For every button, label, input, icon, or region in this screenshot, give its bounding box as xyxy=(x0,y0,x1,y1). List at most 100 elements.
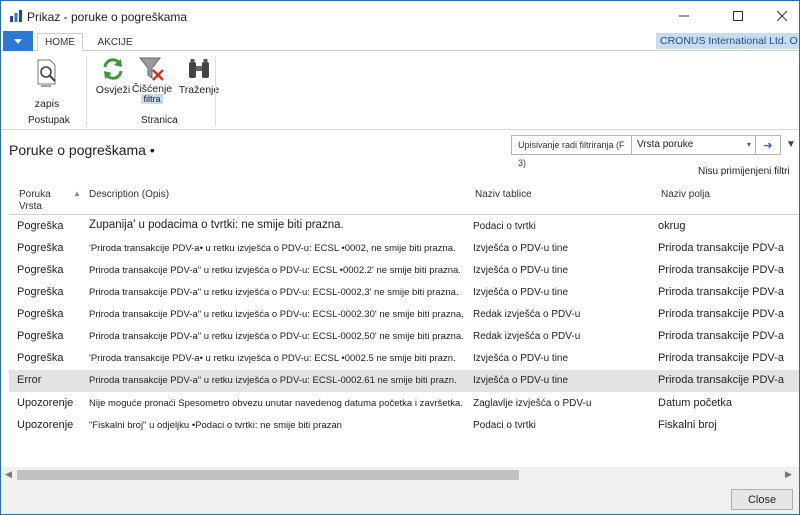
cell-type: Error xyxy=(17,374,42,386)
cell-description: Priroda transakcije PDV-a" u retku izvje… xyxy=(89,287,459,298)
ribbon-separator xyxy=(86,56,87,126)
app-logo-icon xyxy=(10,10,22,22)
close-button[interactable]: Close xyxy=(731,489,793,510)
cell-table: Redak izvješća o PDV-u xyxy=(473,331,581,342)
filter-field-select[interactable]: Vrsta poruke ▾ xyxy=(632,136,756,154)
cell-field: Priroda transakcije PDV-a xyxy=(658,308,784,320)
table-row[interactable]: Pogreška Priroda transakcije PDV-a" u re… xyxy=(9,304,799,326)
refresh-button-label: Osvježi xyxy=(95,84,131,96)
cell-type: Pogreška xyxy=(17,330,64,342)
cell-description: "Fiskalni broj" u odjeljku •Podaci o tvr… xyxy=(89,420,342,431)
cell-field: Priroda transakcije PDV-a xyxy=(658,374,784,386)
table-row[interactable]: Pogreška Priroda transakcije PDV-a" u re… xyxy=(9,282,799,304)
tab-home[interactable]: HOME xyxy=(37,33,83,52)
cell-table: Izvješća o PDV-u tine xyxy=(473,243,569,254)
minimize-icon xyxy=(679,15,689,17)
scrollbar-thumb[interactable] xyxy=(17,470,519,480)
cell-type: Pogreška xyxy=(17,264,64,276)
cell-field: Priroda transakcije PDV-a xyxy=(658,352,784,364)
column-header-type-line1: Poruka xyxy=(19,189,51,200)
cell-type: Pogreška xyxy=(17,220,64,232)
table-header: Poruka Vrsta ▲ Description (Opis) Naziv … xyxy=(9,185,799,215)
scroll-left-icon[interactable]: ◀ xyxy=(5,469,12,480)
cell-field: Priroda transakcije PDV-a xyxy=(658,330,784,342)
column-header-table[interactable]: Naziv tablice xyxy=(475,189,532,200)
table-row[interactable]: Pogreška Županija' u podacima o tvrtki: … xyxy=(9,216,799,238)
filter-input[interactable]: Upisivanje radi filtriranja (F 3) xyxy=(512,136,632,168)
cell-type: Upozorenje xyxy=(17,397,74,409)
ribbon-separator xyxy=(215,56,216,126)
arrow-right-icon: ➜ xyxy=(763,139,773,152)
column-header-type[interactable]: Poruka Vrsta xyxy=(19,189,51,213)
chevron-down-icon[interactable]: ▼ xyxy=(786,139,796,150)
group-label-stranica: Stranica xyxy=(141,115,178,126)
maximize-icon xyxy=(733,11,743,21)
table-row[interactable]: Pogreška 'Priroda transakcije PDV-a• u r… xyxy=(9,348,799,370)
cell-table: Izvješća o PDV-u tine xyxy=(473,287,569,298)
cell-description: Priroda transakcije PDV-a" u retku izvje… xyxy=(89,375,457,386)
cell-type: Upozorenje xyxy=(17,419,74,431)
title-bar: Prikaz - poruke o pogreškama xyxy=(1,1,799,31)
horizontal-scrollbar[interactable]: ◀ ▶ xyxy=(1,467,799,483)
cell-field: Priroda transakcije PDV-a xyxy=(658,286,784,298)
cell-table: Podaci o tvrtki xyxy=(473,420,536,431)
record-button[interactable]: zapis xyxy=(27,58,67,110)
cell-type: Pogreška xyxy=(17,308,64,320)
minimize-button[interactable] xyxy=(661,1,707,31)
cell-description: 'Priroda transakcije PDV-a• u retku izvj… xyxy=(89,243,456,254)
maximize-button[interactable] xyxy=(715,1,761,31)
group-label-postupak: Postupak xyxy=(28,115,70,126)
table-row[interactable]: Upozorenje "Fiskalni broj" u odjeljku •P… xyxy=(9,415,799,437)
cell-field: Datum početka xyxy=(658,397,732,409)
tab-akcije[interactable]: AKCIJE xyxy=(87,33,143,51)
refresh-button[interactable]: Osvježi xyxy=(94,56,132,96)
company-name[interactable]: CRONUS International Ltd. O xyxy=(656,33,799,49)
cell-description: Županija' u podacima o tvrtki: ne smije … xyxy=(89,219,344,231)
cell-field: Fiskalni broj xyxy=(658,419,717,431)
table-row[interactable]: Pogreška Priroda transakcije PDV-a" u re… xyxy=(9,326,799,348)
cell-description: Nije moguće pronaći Spesometro obvezu un… xyxy=(89,398,463,409)
cell-table: Izvješća o PDV-u tine xyxy=(473,353,569,364)
cell-description: Priroda transakcije PDV-a" u retku izvje… xyxy=(89,331,464,342)
window: Prikaz - poruke o pogreškama HOME AKCIJE… xyxy=(0,0,800,515)
record-button-label: zapis xyxy=(34,98,60,110)
scroll-right-icon[interactable]: ▶ xyxy=(785,469,792,480)
cell-type: Pogreška xyxy=(17,242,64,254)
column-header-type-line2: Vrsta xyxy=(19,201,42,212)
filter-go-button[interactable]: ➜ xyxy=(756,136,780,154)
close-window-button[interactable] xyxy=(759,1,800,31)
no-filters-status: Nisu primijenjeni filtri xyxy=(698,166,790,177)
cell-description: 'Priroda transakcije PDV-a• u retku izvj… xyxy=(89,353,456,364)
sort-ascending-icon: ▲ xyxy=(73,189,81,198)
column-header-description[interactable]: Description (Opis) xyxy=(89,189,169,200)
table-row[interactable]: Upozorenje Nije moguće pronaći Spesometr… xyxy=(9,393,799,415)
refresh-icon xyxy=(103,58,123,80)
cell-table: Redak izvješća o PDV-u xyxy=(473,309,581,320)
table-row[interactable]: Pogreška Priroda transakcije PDV-a" u re… xyxy=(9,260,799,282)
cell-field: Priroda transakcije PDV-a xyxy=(658,242,784,254)
cell-description: Priroda transakcije PDV-a" u retku izvje… xyxy=(89,265,461,276)
cell-type: Pogreška xyxy=(17,352,64,364)
cell-field: okrug xyxy=(658,220,686,232)
window-title: Prikaz - poruke o pogreškama xyxy=(27,10,188,24)
filter-field-value: Vrsta poruke xyxy=(637,139,694,150)
ribbon: zapis Postupak Osvježi Čišćenje filtra T… xyxy=(1,52,799,130)
record-search-icon xyxy=(37,59,56,87)
filter-bar: Upisivanje radi filtriranja (F 3) Vrsta … xyxy=(511,135,781,168)
cell-table: Izvješća o PDV-u tine xyxy=(473,375,569,386)
binoculars-icon xyxy=(189,59,209,78)
column-header-field[interactable]: Naziv polja xyxy=(661,189,710,200)
table-row-selected[interactable]: Error Priroda transakcije PDV-a" u retku… xyxy=(9,370,799,392)
cell-field: Priroda transakcije PDV-a xyxy=(658,264,784,276)
page-title: Poruke o pogreškama • xyxy=(9,142,155,158)
table-row[interactable]: Pogreška 'Priroda transakcije PDV-a• u r… xyxy=(9,238,799,260)
clear-filter-label-line1: Čišćenje xyxy=(131,83,173,95)
ribbon-tab-row: HOME AKCIJE CRONUS International Ltd. O xyxy=(1,31,799,52)
clear-filter-button[interactable]: Čišćenje filtra xyxy=(132,56,172,104)
cell-table: Izvješća o PDV-u tine xyxy=(473,265,569,276)
footer xyxy=(1,483,799,514)
application-menu-button[interactable] xyxy=(3,31,33,51)
find-button-label: Traženje xyxy=(178,84,220,96)
cell-description: Priroda transakcije PDV-a" u retku izvje… xyxy=(89,309,464,320)
clear-filter-label-line2: filtra xyxy=(141,94,163,104)
